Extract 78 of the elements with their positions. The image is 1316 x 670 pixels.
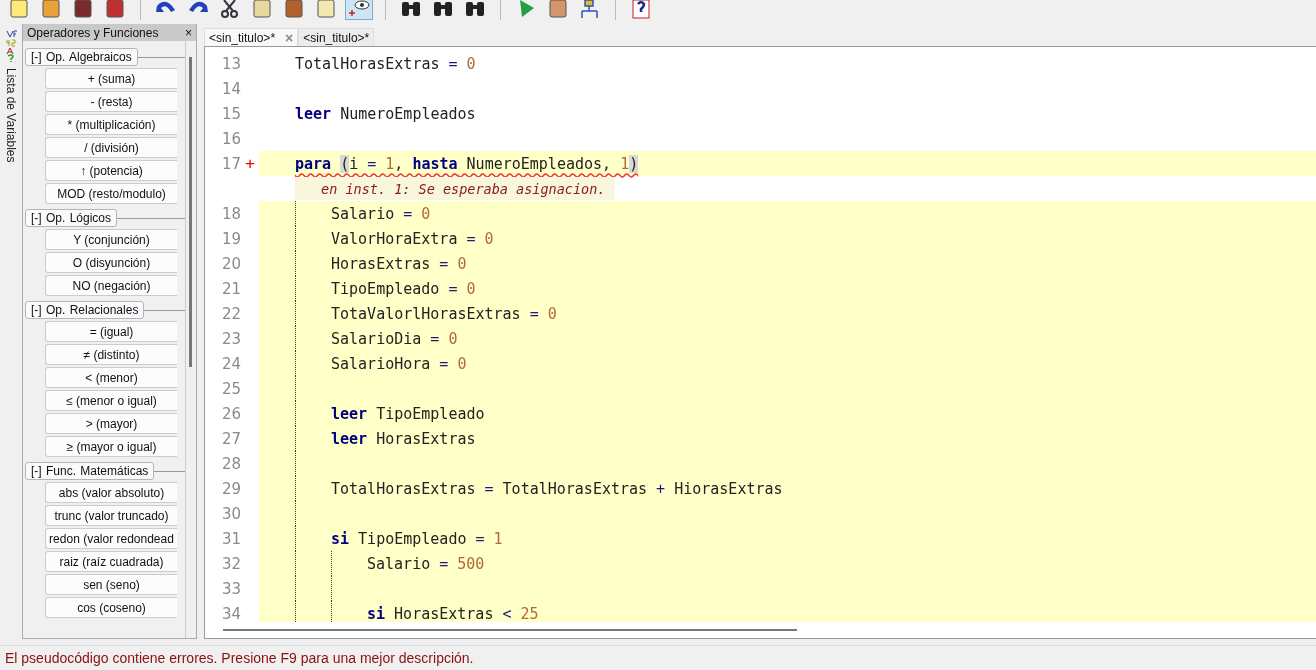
operator-button[interactable]: ≥ (mayor o igual) xyxy=(45,436,177,457)
operator-button[interactable]: ↑ (potencia) xyxy=(45,160,177,181)
operator-button[interactable]: < (menor) xyxy=(45,367,177,388)
code-line: TipoEmpleado = 0 xyxy=(331,279,476,298)
code-line: SalarioDia = 0 xyxy=(331,329,458,348)
scrollbar-thumb[interactable] xyxy=(223,629,797,631)
line-number: 28 xyxy=(220,454,241,473)
line-number: 26 xyxy=(220,404,241,423)
variables-list-tab[interactable]: Lista de Variables xyxy=(4,68,18,163)
code-line: SalarioHora = 0 xyxy=(331,354,467,373)
operator-button[interactable]: ≤ (menor o igual) xyxy=(45,390,177,411)
line-number: 13 xyxy=(220,54,241,73)
status-message: El pseudocódigo contiene errores. Presione F9 para una mejor descripción. xyxy=(0,645,1316,670)
line-number: 21 xyxy=(220,279,241,298)
line-number: 30 xyxy=(220,504,241,523)
line-number: 20 xyxy=(220,254,241,273)
line-number: 17 xyxy=(220,154,241,173)
code-line: si TipoEmpleado = 1 xyxy=(331,529,503,548)
scrollbar-thumb[interactable] xyxy=(189,57,192,367)
line-number: 31 xyxy=(220,529,241,548)
error-annotation: en inst. 1: Se esperaba asignacion. xyxy=(295,177,616,200)
code-line: TotaValorlHorasExtras = 0 xyxy=(331,304,557,323)
operator-button[interactable]: - (resta) xyxy=(45,91,177,112)
error-marker: + xyxy=(245,154,255,173)
line-number: 16 xyxy=(220,129,241,148)
code-line: Salario = 500 xyxy=(367,554,485,573)
operator-button[interactable]: + (suma) xyxy=(45,68,177,89)
line-number: 24 xyxy=(220,354,241,373)
code-editor[interactable] xyxy=(204,46,1316,639)
code-line: leer TipoEmpleado xyxy=(331,404,485,423)
operator-button[interactable]: cos (coseno) xyxy=(45,597,177,618)
operator-button[interactable]: trunc (valor truncado) xyxy=(45,505,177,526)
line-number: 15 xyxy=(220,104,241,123)
operator-button[interactable]: MOD (resto/modulo) xyxy=(45,183,177,204)
code-line: ValorHoraExtra = 0 xyxy=(331,229,494,248)
code-line: Salario = 0 xyxy=(331,204,431,223)
group-toggle-button[interactable]: [-] Op. Algebraicos xyxy=(25,48,138,66)
close-button[interactable]: × xyxy=(185,25,192,40)
code-line: para (i = 1, hasta NumeroEmpleados, 1) xyxy=(295,154,639,173)
file-tab[interactable]: <sin_titulo>* × xyxy=(204,28,299,46)
operator-button[interactable]: / (división) xyxy=(45,137,177,158)
operator-button[interactable]: > (mayor) xyxy=(45,413,177,434)
code-line: TotalHorasExtras = 0 xyxy=(295,54,476,73)
group-toggle-button[interactable]: [-] Op. Lógicos xyxy=(25,209,118,227)
code-line: HorasExtras = 0 xyxy=(331,254,467,273)
line-number: 25 xyxy=(220,379,241,398)
operator-button[interactable]: * (multiplicación) xyxy=(45,114,177,135)
line-number: 33 xyxy=(220,579,241,598)
code-line: leer NumeroEmpleados xyxy=(295,104,476,123)
eye-icon[interactable] xyxy=(345,0,373,20)
code-line: TotalHorasExtras = TotalHorasExtras + HiorasExtras xyxy=(331,479,783,498)
operator-button[interactable]: O (disyunción) xyxy=(45,252,177,273)
line-number: 22 xyxy=(220,304,241,323)
operator-button[interactable]: Y (conjunción) xyxy=(45,229,177,250)
variables-icon[interactable] xyxy=(5,30,17,62)
operator-button[interactable]: abs (valor absoluto) xyxy=(45,482,177,503)
operator-button[interactable]: = (igual) xyxy=(45,321,177,342)
line-number: 29 xyxy=(220,479,241,498)
tab-label: <sin_titulo>* xyxy=(303,30,370,45)
code-line: leer HorasExtras xyxy=(331,429,476,448)
operator-button[interactable]: NO (negación) xyxy=(45,275,177,296)
operator-button[interactable]: redon (valor redondead xyxy=(45,528,177,549)
file-tab[interactable]: <sin_titulo>* xyxy=(298,28,375,46)
operator-button[interactable]: sen (seno) xyxy=(45,574,177,595)
code-line: si HorasExtras < 25 xyxy=(367,604,539,622)
line-number: 14 xyxy=(220,79,241,98)
operator-button[interactable]: ≠ (distinto) xyxy=(45,344,177,365)
operator-button[interactable]: raiz (raíz cuadrada) xyxy=(45,551,177,572)
line-number: 19 xyxy=(220,229,241,248)
line-number: 34 xyxy=(220,604,241,622)
line-number: 18 xyxy=(220,204,241,223)
line-number: 32 xyxy=(220,554,241,573)
line-number: 27 xyxy=(220,429,241,448)
panel-title: Operadores y Funciones xyxy=(27,25,159,40)
group-toggle-button[interactable]: [-] Op. Relacionales xyxy=(25,301,145,319)
tab-label: <sin_titulo>* xyxy=(209,30,276,45)
line-number: 23 xyxy=(220,329,241,348)
group-toggle-button[interactable]: [-] Func. Matemáticas xyxy=(25,462,155,480)
